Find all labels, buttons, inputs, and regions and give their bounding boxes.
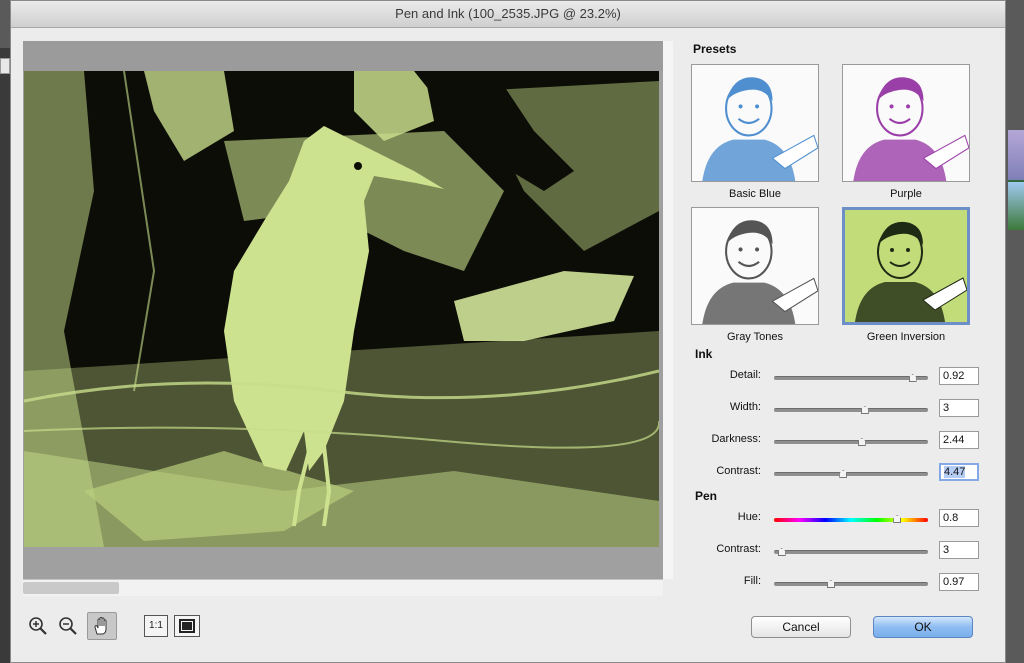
slider-knob[interactable] [860, 406, 869, 414]
zoom-out-icon[interactable] [55, 613, 81, 639]
ink-width-value[interactable]: 3 [939, 399, 979, 417]
preset-label: Gray Tones [726, 331, 784, 343]
ink-width-label: Width: [729, 401, 761, 413]
ink-detail-value[interactable]: 0.92 [939, 367, 979, 385]
preset-preview-image [843, 65, 970, 181]
pen-fill-slider[interactable] [774, 580, 928, 588]
preset-label: Purple [890, 188, 922, 200]
scrollbar-thumb[interactable] [23, 582, 119, 594]
pen-fill-label: Fill: [743, 575, 761, 587]
pen-contrast-label: Contrast: [716, 543, 761, 555]
background-thumbnails [1008, 130, 1024, 230]
zoom-in-icon[interactable] [25, 613, 51, 639]
slider-knob[interactable] [908, 374, 917, 382]
presets-heading: Presets [693, 42, 737, 56]
pen-fill-value[interactable]: 0.97 [939, 573, 979, 591]
ink-darkness-slider[interactable] [774, 438, 928, 446]
ink-width-slider[interactable] [774, 406, 928, 414]
ink-darkness-value[interactable]: 2.44 [939, 431, 979, 449]
slider-knob[interactable] [857, 438, 866, 446]
preset-thumbnail[interactable] [842, 207, 970, 325]
background-window-left [0, 48, 10, 663]
preset-preview-image [692, 65, 819, 181]
actual-size-button[interactable]: 1:1 [144, 615, 168, 637]
preview-top-margin [23, 41, 663, 71]
preview-vertical-scrollbar[interactable] [663, 41, 673, 579]
ink-heading: Ink [695, 347, 713, 361]
preset-preview-image [845, 210, 968, 322]
ok-button[interactable]: OK [873, 616, 973, 638]
preview-image[interactable] [24, 71, 659, 547]
preset-thumbnail[interactable] [842, 64, 970, 182]
ink-detail-slider[interactable] [774, 374, 928, 382]
preset-thumbnail[interactable] [691, 207, 819, 325]
slider-knob[interactable] [777, 548, 786, 556]
slider-knob[interactable] [839, 470, 848, 478]
fit-screen-button[interactable] [174, 615, 200, 637]
preset-thumbnail[interactable] [691, 64, 819, 182]
preset-preview-image [692, 208, 819, 324]
preset-label: Green Inversion [866, 331, 946, 343]
pen-hue-value[interactable]: 0.8 [939, 509, 979, 527]
ink-contrast-slider[interactable] [774, 470, 928, 478]
ink-detail-label: Detail: [729, 369, 761, 381]
background-tab [0, 58, 10, 74]
ink-darkness-label: Darkness: [711, 433, 761, 445]
ink-contrast-label: Contrast: [716, 465, 761, 477]
preset-label: Basic Blue [729, 188, 781, 200]
dialog-title: Pen and Ink (100_2535.JPG @ 23.2%) [11, 1, 1005, 28]
pen-contrast-slider[interactable] [774, 548, 928, 556]
hand-icon [94, 616, 107, 635]
preview-bird-image [24, 71, 659, 547]
slider-knob[interactable] [893, 515, 902, 523]
cancel-button[interactable]: Cancel [751, 616, 851, 638]
background-thumbnail [1008, 130, 1024, 180]
pen-hue-label: Hue: [737, 511, 761, 523]
preview-frame [23, 41, 663, 596]
pen-and-ink-dialog: Pen and Ink (100_2535.JPG @ 23.2%) 1:1 P… [10, 0, 1006, 663]
slider-knob[interactable] [826, 580, 835, 588]
preview-horizontal-scrollbar[interactable] [23, 579, 663, 596]
hand-tool-button[interactable] [87, 612, 117, 640]
ink-contrast-value[interactable]: 4.47 [939, 463, 979, 481]
pen-hue-slider[interactable] [774, 515, 928, 523]
pen-contrast-value[interactable]: 3 [939, 541, 979, 559]
background-thumbnail [1008, 182, 1024, 230]
pen-heading: Pen [695, 489, 718, 503]
fit-screen-icon [179, 619, 195, 633]
